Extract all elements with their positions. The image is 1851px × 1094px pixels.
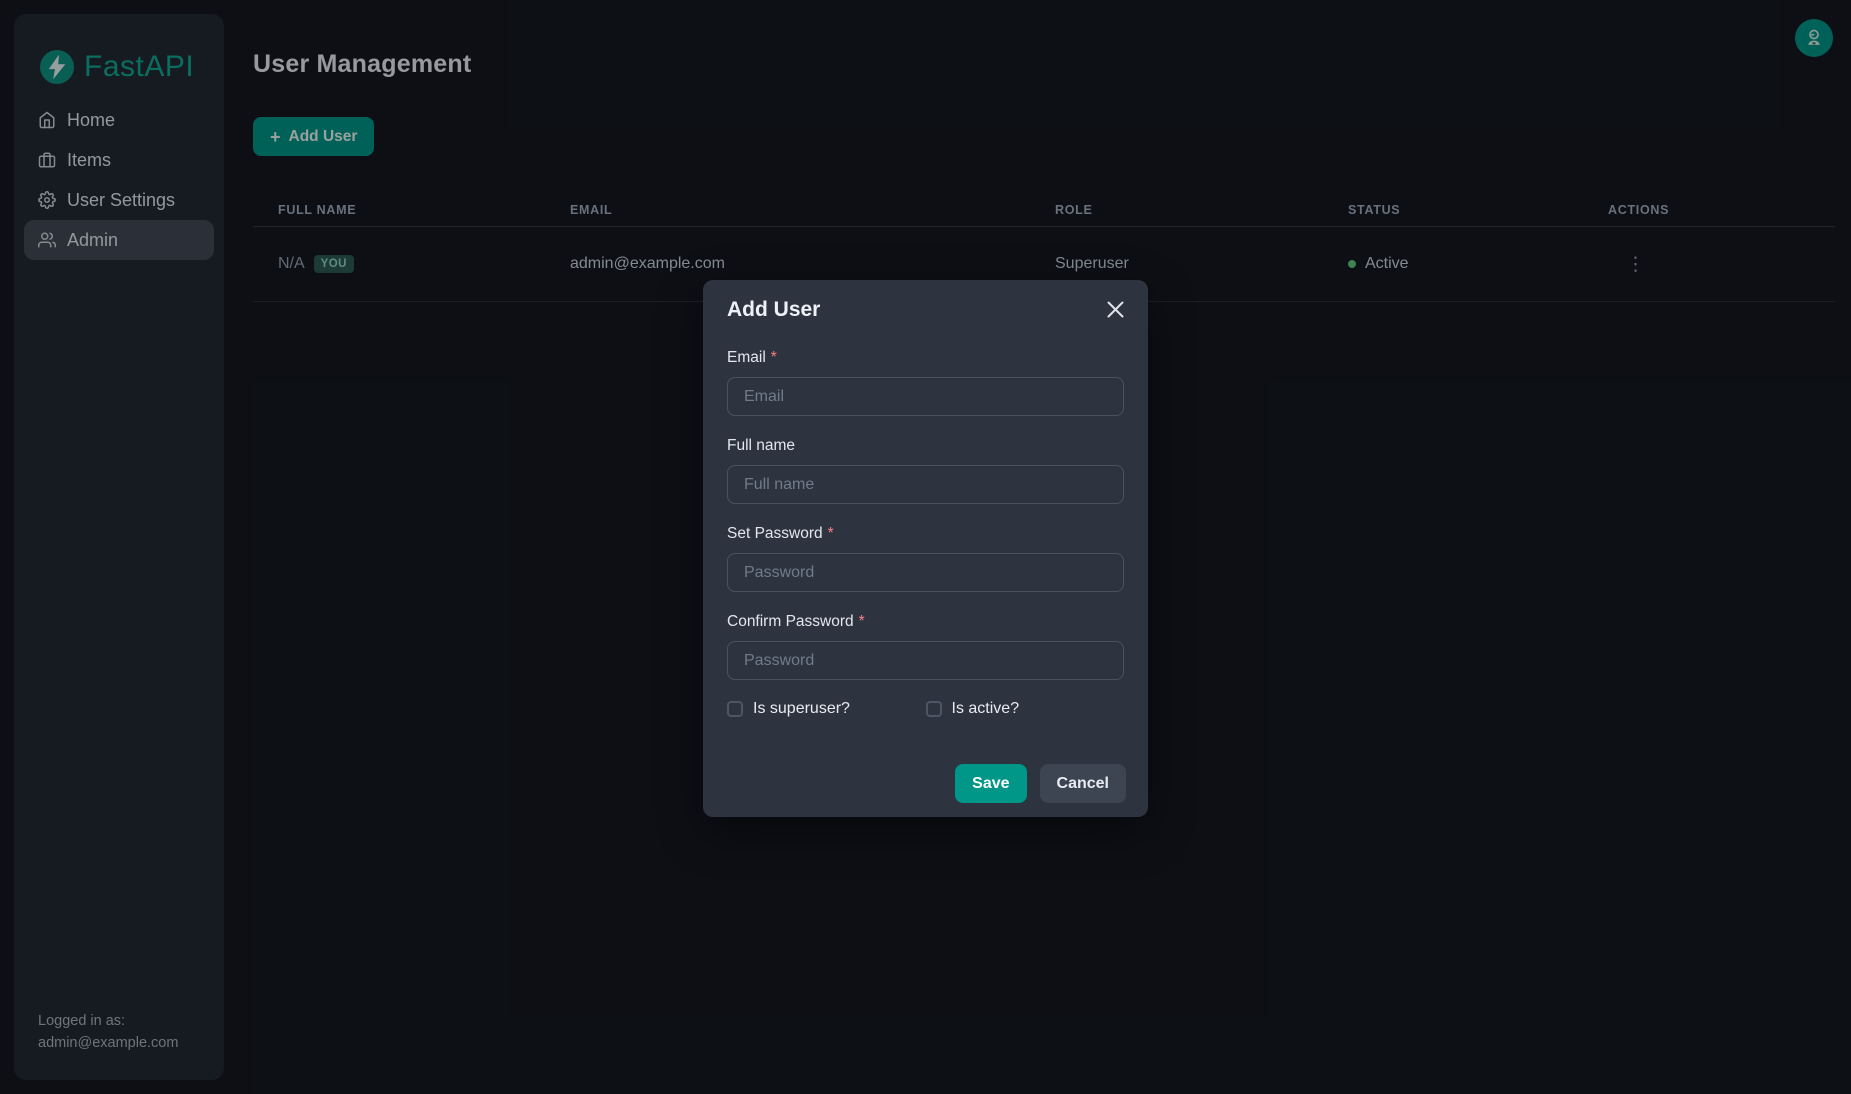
modal-header: Add User [703,280,1148,322]
checkbox-box-icon [926,701,942,717]
required-asterisk: * [771,349,777,367]
set-password-field-group: Set Password * [727,525,1124,592]
checkbox-is-active[interactable]: Is active? [926,700,1125,718]
set-password-field-label: Set Password * [727,525,1124,543]
set-password-field[interactable] [727,553,1124,592]
close-button[interactable] [1101,295,1129,323]
confirm-password-field-group: Confirm Password * [727,613,1124,680]
required-asterisk: * [828,525,834,543]
confirm-password-field[interactable] [727,641,1124,680]
full-name-field[interactable] [727,465,1124,504]
checkbox-row: Is superuser? Is active? [727,700,1124,718]
modal-title: Add User [727,298,1124,322]
save-button[interactable]: Save [955,764,1026,803]
full-name-field-label: Full name [727,437,1124,455]
add-user-form: Email * Full name Set Password * Confirm… [703,322,1148,718]
close-icon [1107,301,1124,318]
required-asterisk: * [859,613,865,631]
cancel-button[interactable]: Cancel [1040,764,1126,803]
confirm-password-field-label: Confirm Password * [727,613,1124,631]
modal-footer: Save Cancel [955,764,1126,803]
checkbox-is-superuser[interactable]: Is superuser? [727,700,926,718]
email-field[interactable] [727,377,1124,416]
email-field-label: Email * [727,349,1124,367]
email-field-group: Email * [727,349,1124,416]
checkbox-box-icon [727,701,743,717]
add-user-modal: Add User Email * Full name Set Password … [703,280,1148,817]
full-name-field-group: Full name [727,437,1124,504]
